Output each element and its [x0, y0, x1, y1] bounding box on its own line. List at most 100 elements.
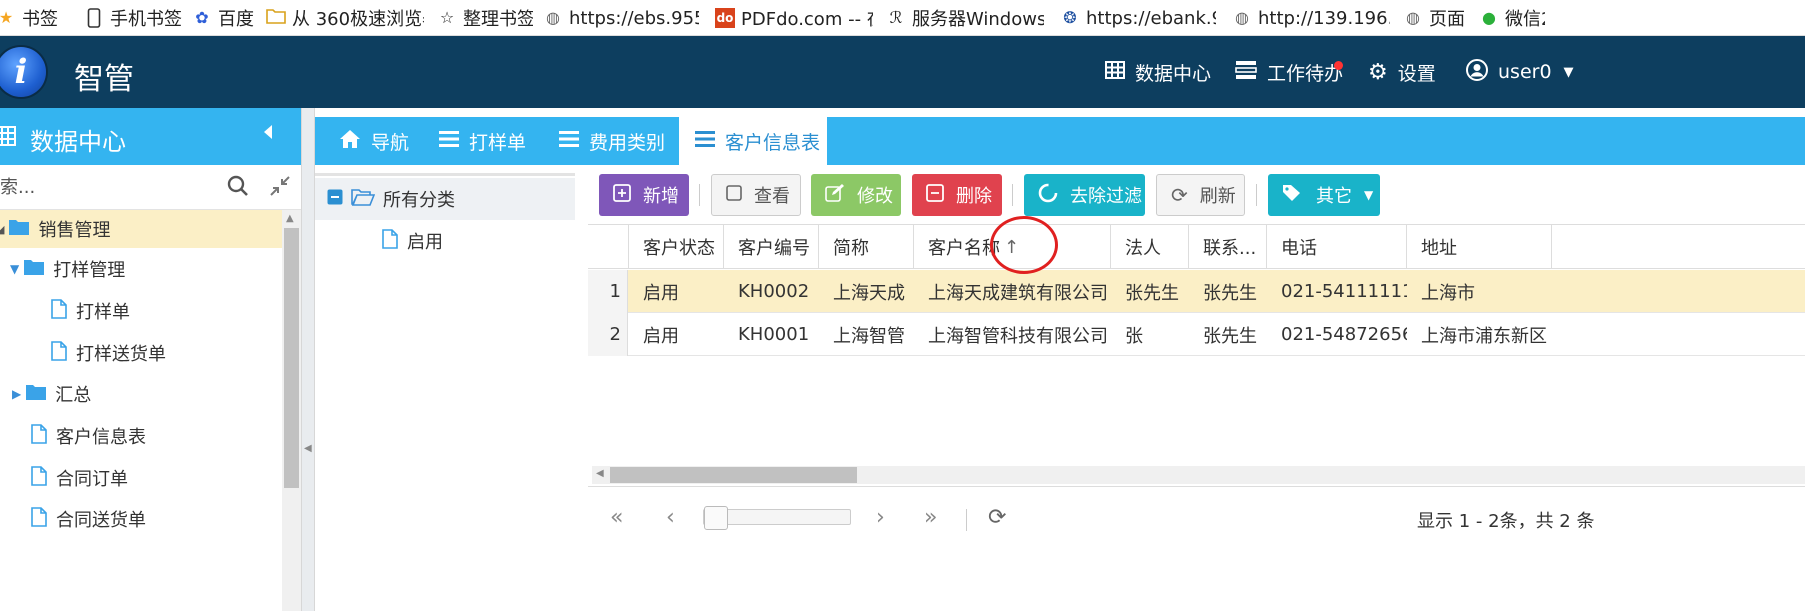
tab-sample-order[interactable]: 打样单 [439, 117, 549, 165]
bookmark-item[interactable]: do PDFdo.com -- 在 [715, 0, 873, 35]
caret-left-icon: ◀ [304, 443, 312, 454]
scroll-left-icon[interactable]: ◀ [596, 468, 604, 479]
tree-node-sampling[interactable]: ▼ 打样管理 [0, 250, 282, 288]
bookmark-item[interactable]: ✿ 百度 [192, 0, 258, 35]
column-header-legal-person[interactable]: 法人 [1111, 225, 1189, 269]
delete-button[interactable]: 删除 [912, 174, 1002, 216]
reload-icon[interactable]: ⟳ [988, 505, 1006, 530]
minus-box-icon [926, 183, 944, 207]
list-icon [559, 130, 579, 152]
bookmark-item[interactable]: ◍ 页面 [1403, 0, 1469, 35]
pager-divider [966, 509, 967, 531]
folder-icon [23, 258, 45, 281]
prev-page-icon[interactable]: ‹ [666, 505, 675, 530]
plus-box-icon [613, 183, 631, 207]
caret-down-icon: ◢ [0, 222, 5, 236]
globe-icon: ◍ [1235, 8, 1249, 27]
refresh-button[interactable]: ⟳ 刷新 [1156, 174, 1245, 216]
clear-filter-button[interactable]: 去除过滤 [1024, 174, 1145, 216]
tree-node-summary[interactable]: ▶ 汇总 [0, 375, 282, 413]
nav-todo[interactable]: 工作待办 [1235, 36, 1343, 108]
column-header-short-name[interactable]: 简称 [819, 225, 914, 269]
sidebar-header: 数据中心 [0, 108, 301, 165]
category-all[interactable]: 所有分类 [315, 178, 575, 220]
bookmark-item[interactable]: ★ 书签 [0, 0, 68, 35]
cell-customer-name: 上海智管科技有限公司 [928, 325, 1108, 347]
cell-status: 启用 [643, 325, 679, 347]
edit-icon [825, 183, 845, 207]
tree-node-sales[interactable]: ◢ 销售管理 [0, 210, 282, 248]
folder-open-icon [351, 188, 376, 211]
tab-customer-info[interactable]: 客户信息表 [679, 117, 827, 165]
app-logo[interactable]: i [0, 47, 46, 97]
cell-address: 上海市 [1421, 282, 1475, 304]
grid-header-row: 客户状态 客户编号 简称 客户名称 ↑ 法人 联系... 电话 地址 [588, 225, 1805, 269]
tab-bar: 导航 打样单 费用类别 客户信息表 [315, 117, 1805, 165]
tasks-icon [1235, 60, 1257, 85]
tree-node-customer-info[interactable]: 客户信息表 [0, 417, 282, 455]
panel-splitter[interactable]: ◀ [301, 108, 315, 611]
bookmark-item[interactable]: ☆ 整理书签 [437, 0, 533, 35]
edit-button[interactable]: 修改 [811, 174, 901, 216]
column-header-status[interactable]: 客户状态 [629, 225, 724, 269]
tab-expense-category[interactable]: 费用类别 [559, 117, 679, 165]
bookmark-item[interactable]: ◍http://139.196.20 [1232, 0, 1390, 35]
page-slider-handle[interactable] [704, 506, 728, 530]
bookmark-item[interactable]: ●微信2 [1479, 0, 1545, 35]
table-row[interactable]: 1 启用 KH0002 上海天成 上海天成建筑有限公司 张先生 张先生 021-… [588, 270, 1805, 313]
bookmark-item[interactable]: ℛ服务器Windows 2 [886, 0, 1044, 35]
add-button[interactable]: 新增 [599, 174, 689, 216]
refresh-icon: ⟳ [1171, 183, 1188, 207]
tree-node-sample-order[interactable]: 打样单 [0, 292, 282, 330]
nav-settings[interactable]: ⚙ 设置 [1368, 36, 1436, 108]
column-header-phone[interactable]: 电话 [1267, 225, 1407, 269]
caret-down-icon: ▼ [1563, 64, 1574, 80]
sidebar-collapse-button[interactable] [262, 124, 282, 148]
collapse-all-icon[interactable] [269, 175, 291, 202]
app-name: 智管 [74, 62, 134, 97]
folder-icon [266, 8, 286, 28]
checkbox-icon [726, 184, 742, 206]
column-header-contact[interactable]: 联系... [1189, 225, 1267, 269]
tree-node-contract-delivery[interactable]: 合同送货单 [0, 500, 282, 538]
bookmark-item[interactable]: 从 360极速浏览器 [266, 0, 424, 35]
scroll-up-icon[interactable]: ▲ [286, 213, 294, 224]
first-page-icon[interactable]: « [610, 505, 623, 530]
column-header-code[interactable]: 客户编号 [724, 225, 819, 269]
last-page-icon[interactable]: » [924, 505, 937, 530]
sidebar-scroll-thumb[interactable] [284, 228, 299, 488]
category-panel: 所有分类 启用 [315, 173, 575, 611]
sidebar-search-input[interactable] [0, 171, 220, 203]
other-dropdown-button[interactable]: 其它 ▼ [1268, 174, 1380, 216]
page-slider[interactable] [703, 506, 851, 530]
nav-user-menu[interactable]: user0 ▼ [1466, 36, 1574, 108]
grid-icon [1105, 60, 1125, 84]
cell-short-name: 上海智管 [833, 325, 905, 347]
bookmark-item[interactable]: ◍https://ebs.9555 [543, 0, 699, 35]
cell-status: 启用 [643, 282, 679, 304]
column-header-next [1552, 225, 1805, 269]
view-button[interactable]: 查看 [711, 174, 801, 216]
tree-node-sample-delivery[interactable]: 打样送货单 [0, 334, 282, 372]
nav-data-center[interactable]: 数据中心 [1105, 36, 1211, 108]
category-enabled-label: 启用 [407, 232, 443, 253]
toolbar-divider [699, 184, 700, 206]
sidebar-tree: ◢ 销售管理 ▼ 打样管理 打样单 打样送货单 ▶ 汇总 客户信息表 合同订单 … [0, 210, 282, 611]
category-enabled[interactable]: 启用 [315, 220, 575, 262]
sidebar-scrollbar[interactable]: ▲ [282, 210, 301, 611]
gear-icon: ⚙ [1368, 59, 1388, 85]
table-row[interactable]: 2 启用 KH0001 上海智管 上海智管科技有限公司 张 张先生 021-54… [588, 313, 1805, 356]
file-icon [50, 340, 68, 366]
app-header: i 智管 数据中心 工作待办 ⚙ 设置 user0 ▼ [0, 36, 1805, 108]
tree-node-contract-order[interactable]: 合同订单 [0, 459, 282, 497]
collapse-box-icon[interactable] [327, 189, 343, 210]
tab-navigation[interactable]: 导航 [339, 117, 439, 165]
next-page-icon[interactable]: › [876, 505, 885, 530]
grid-horizontal-scrollbar[interactable]: ◀ [592, 466, 1805, 484]
bookmark-item[interactable]: ❂https://ebank.95 [1060, 0, 1216, 35]
grid-scroll-thumb[interactable] [610, 467, 857, 483]
file-icon [30, 423, 48, 449]
column-header-address[interactable]: 地址 [1407, 225, 1552, 269]
search-icon[interactable] [227, 175, 249, 202]
bookmark-item[interactable]: 手机书签 [84, 0, 184, 35]
